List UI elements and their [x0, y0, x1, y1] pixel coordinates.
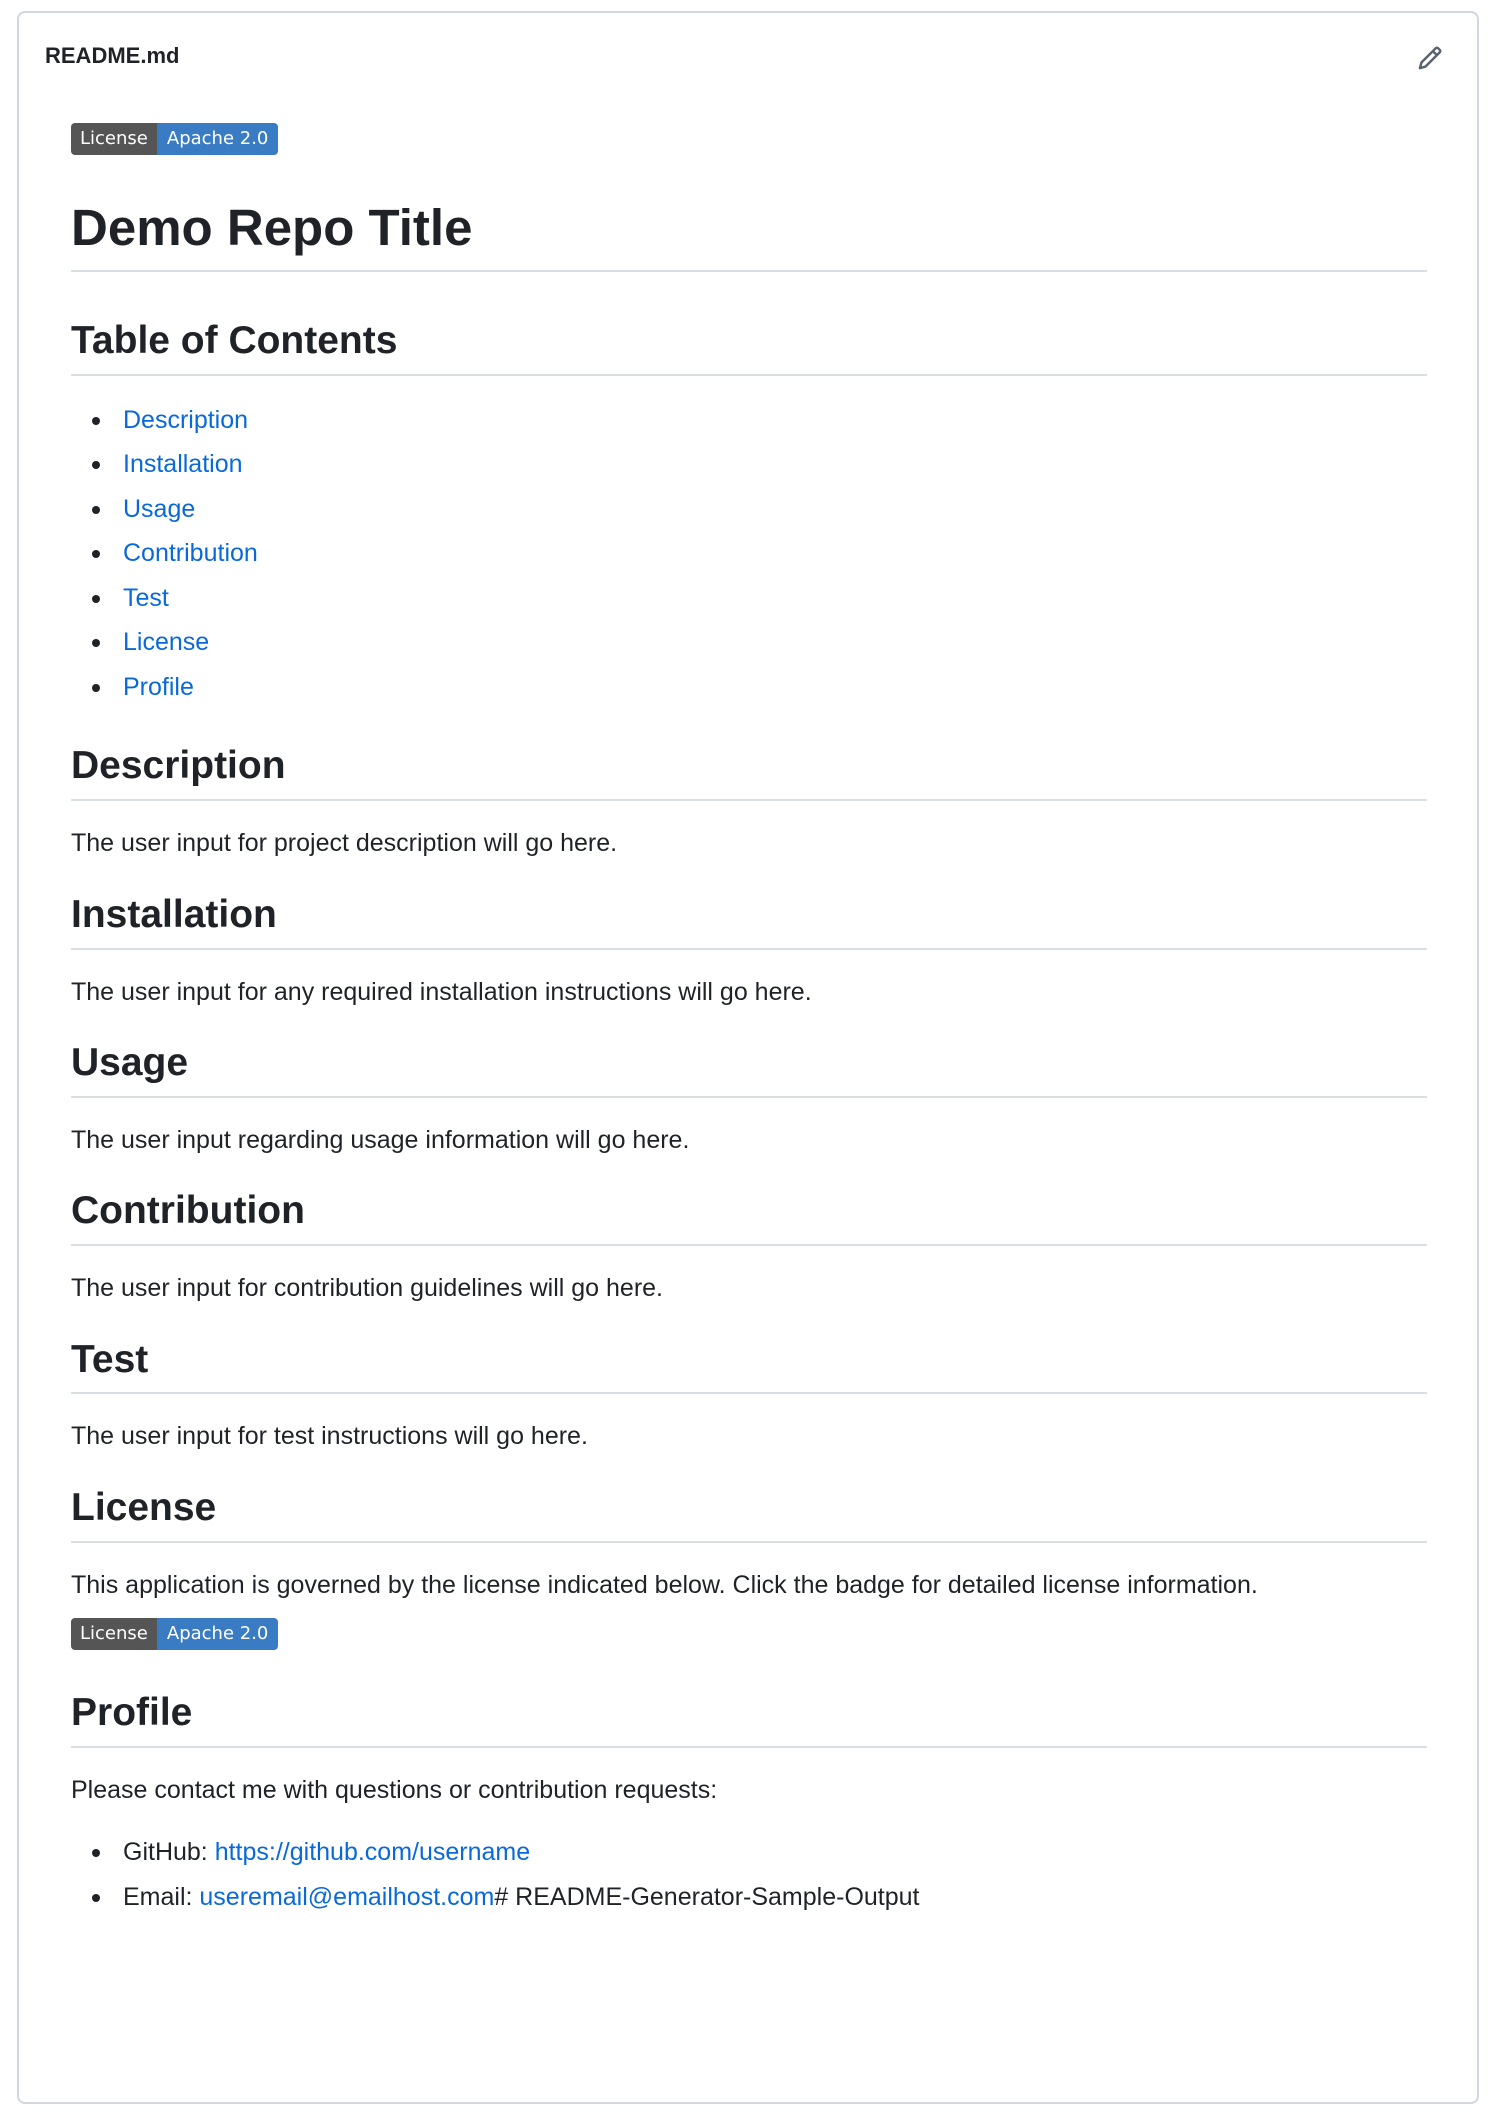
toc-item: Usage [71, 487, 1427, 532]
contribution-heading: Contribution [71, 1188, 1427, 1247]
toc-link-installation[interactable]: Installation [123, 450, 243, 478]
installation-heading: Installation [71, 892, 1427, 950]
contribution-text: The user input for contribution guidelin… [71, 1274, 664, 1303]
profile-item-github: GitHub: https://github.com/username [71, 1830, 1427, 1875]
toc-item: Test [71, 576, 1427, 621]
badge-right-label: Apache 2.0 [156, 123, 279, 155]
license-badge-bottom[interactable]: License Apache 2.0 [71, 1618, 279, 1651]
license-heading: License [71, 1485, 1427, 1543]
description-text: The user input for project description w… [71, 829, 618, 858]
toc-list: Description Installation Usage Contribut… [71, 398, 1427, 710]
license-text: This application is governed by the lice… [71, 1570, 1258, 1599]
installation-text: The user input for any required installa… [71, 977, 812, 1006]
pencil-icon [1418, 46, 1442, 70]
edit-file-button[interactable] [1409, 37, 1451, 79]
page-title: Demo Repo Title [71, 197, 1427, 273]
toc-item: Installation [71, 442, 1427, 487]
toc-link-contribution[interactable]: Contribution [123, 539, 258, 567]
toc-link-test[interactable]: Test [123, 584, 169, 612]
github-link[interactable]: https://github.com/username [215, 1838, 530, 1866]
toc-heading: Table of Contents [71, 318, 1427, 376]
badge-left-label: License [71, 123, 157, 155]
badge-right-label: Apache 2.0 [156, 1618, 279, 1651]
file-name: README.md [45, 43, 180, 68]
github-label: GitHub: [123, 1837, 215, 1866]
readme-card: README.md License Apache 2.0 Demo Repo T… [17, 11, 1479, 2104]
toc-link-usage[interactable]: Usage [123, 495, 195, 523]
toc-item: Profile [71, 665, 1427, 710]
license-badge-top[interactable]: License Apache 2.0 [71, 123, 279, 155]
profile-text: Please contact me with questions or cont… [71, 1776, 718, 1805]
badge-left-label: License [71, 1618, 157, 1651]
profile-heading: Profile [71, 1690, 1427, 1749]
usage-heading: Usage [71, 1040, 1427, 1098]
license-badge-wrapper: License Apache 2.0 [71, 1618, 1427, 1651]
readme-content: License Apache 2.0 Demo Repo Title Table… [71, 123, 1427, 1950]
description-heading: Description [71, 743, 1427, 802]
toc-link-license[interactable]: License [123, 628, 209, 656]
toc-link-profile[interactable]: Profile [123, 673, 194, 701]
profile-list: GitHub: https://github.com/username Emai… [71, 1830, 1427, 1920]
toc-item: License [71, 620, 1427, 665]
usage-text: The user input regarding usage informati… [71, 1125, 690, 1154]
toc-item: Description [71, 398, 1427, 443]
email-trailing-text: # README-Generator-Sample-Output [494, 1882, 920, 1911]
readme-header: README.md [19, 13, 1477, 99]
email-link[interactable]: useremail@emailhost.com [199, 1883, 494, 1911]
profile-item-email: Email: useremail@emailhost.com# README-G… [71, 1875, 1427, 1920]
toc-link-description[interactable]: Description [123, 406, 248, 434]
email-label: Email: [123, 1882, 200, 1911]
toc-item: Contribution [71, 531, 1427, 576]
test-heading: Test [71, 1337, 1427, 1395]
test-text: The user input for test instructions wil… [71, 1422, 588, 1451]
